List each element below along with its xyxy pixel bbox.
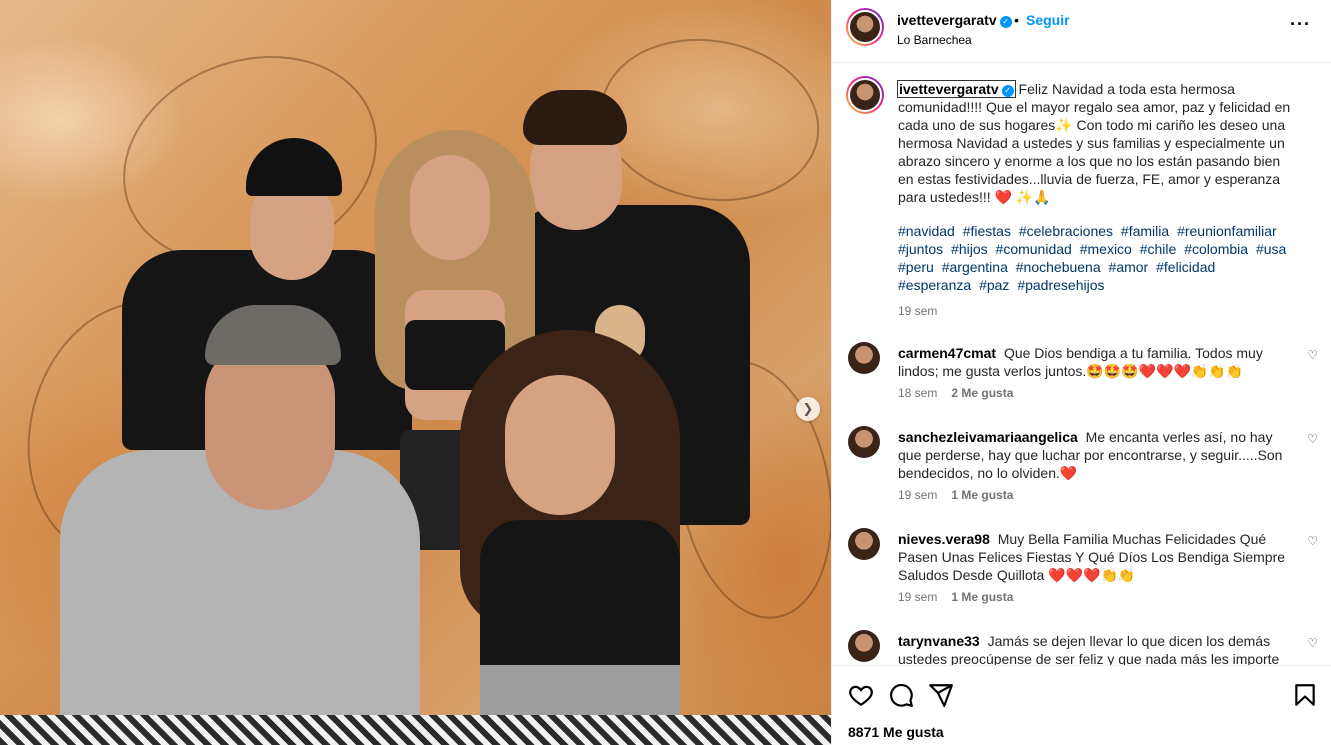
author-username-link[interactable]: ivettevergaratv ✓ <box>897 12 1012 28</box>
comment-text-block: carmen47cmat Que Dios bendiga a tu famil… <box>898 344 1290 380</box>
hashtag-link[interactable]: #colombia <box>1184 241 1248 257</box>
location-link[interactable]: Lo Barnechea <box>897 33 972 47</box>
comment-text-block: sanchezleivamariaangelica Me encanta ver… <box>898 428 1290 482</box>
hashtag-link[interactable]: #chile <box>1140 241 1177 257</box>
comments-list[interactable]: ivettevergaratv ✓ Feliz Navidad a toda es… <box>832 64 1331 665</box>
comment-likes[interactable]: 1 Me gusta <box>951 590 1013 604</box>
caption-text: Feliz Navidad a toda esta hermosa comuni… <box>898 81 1291 205</box>
commenter-avatar[interactable] <box>848 426 880 458</box>
commenter-avatar[interactable] <box>848 630 880 662</box>
hashtag-link[interactable]: #argentina <box>942 259 1008 275</box>
caption-username-link[interactable]: ivettevergaratv ✓ <box>897 80 1016 98</box>
tablecloth <box>0 715 831 745</box>
hashtag-link[interactable]: #reunionfamiliar <box>1177 223 1277 239</box>
post-photo: ❯ <box>0 0 831 745</box>
post-side-panel: ivettevergaratv ✓ • Seguir Lo Barnechea ·… <box>831 0 1331 745</box>
comment-meta: 18 sem 2 Me gusta <box>898 386 1013 400</box>
post-header: ivettevergaratv ✓ • Seguir Lo Barnechea ·… <box>832 0 1331 63</box>
caption-avatar[interactable] <box>846 76 884 114</box>
comment-like-heart-icon[interactable]: ♡ <box>1307 432 1318 446</box>
person-right-front <box>440 330 720 745</box>
follow-button[interactable]: Seguir <box>1026 12 1070 28</box>
chevron-right-icon: ❯ <box>802 401 814 416</box>
comment-meta: 19 sem 1 Me gusta <box>898 590 1013 604</box>
post-actions-bar: 8871 Me gusta <box>832 665 1331 745</box>
bookmark-icon[interactable] <box>1292 682 1318 708</box>
share-icon[interactable] <box>928 682 954 708</box>
hashtag-link[interactable]: #padresehijos <box>1017 277 1104 293</box>
comment-like-heart-icon[interactable]: ♡ <box>1307 534 1318 548</box>
comment-time: 19 sem <box>898 488 938 502</box>
hashtag-link[interactable]: #comunidad <box>996 241 1072 257</box>
commenter-avatar[interactable] <box>848 342 880 374</box>
hashtag-link[interactable]: #peru <box>898 259 934 275</box>
hashtag-link[interactable]: #navidad <box>898 223 955 239</box>
verified-badge-icon: ✓ <box>999 16 1012 28</box>
commenter-avatar[interactable] <box>848 528 880 560</box>
hashtag-link[interactable]: #familia <box>1121 223 1169 239</box>
hashtag-link[interactable]: #celebraciones <box>1019 223 1113 239</box>
person-left-front <box>40 300 420 745</box>
separator-dot: • <box>1014 12 1019 28</box>
verified-badge-icon: ✓ <box>1001 85 1014 97</box>
comment-text-block: nieves.vera98 Muy Bella Familia Muchas F… <box>898 530 1290 584</box>
comment-time: 18 sem <box>898 386 938 400</box>
commenter-username[interactable]: tarynvane33 <box>898 633 980 649</box>
hashtag-link[interactable]: #esperanza <box>898 277 971 293</box>
more-options-icon[interactable]: ··· <box>1290 14 1311 35</box>
hashtag-list: #navidad #fiestas #celebraciones #famili… <box>898 222 1298 294</box>
comment-likes[interactable]: 2 Me gusta <box>951 386 1013 400</box>
comment-like-heart-icon[interactable]: ♡ <box>1307 636 1318 650</box>
caption-timestamp: 19 sem <box>898 304 938 318</box>
comment-like-heart-icon[interactable]: ♡ <box>1307 348 1318 362</box>
hashtag-link[interactable]: #juntos <box>898 241 943 257</box>
comment-text-block: tarynvane33 Jamás se dejen llevar lo que… <box>898 632 1290 665</box>
hashtag-link[interactable]: #felicidad <box>1156 259 1215 275</box>
hashtag-link[interactable]: #usa <box>1256 241 1286 257</box>
author-avatar[interactable] <box>846 8 884 46</box>
commenter-username[interactable]: nieves.vera98 <box>898 531 990 547</box>
hashtag-link[interactable]: #fiestas <box>963 223 1011 239</box>
comment-time: 19 sem <box>898 590 938 604</box>
likes-count[interactable]: 8871 Me gusta <box>848 724 944 740</box>
hashtag-link[interactable]: #amor <box>1109 259 1149 275</box>
hashtag-link[interactable]: #mexico <box>1080 241 1132 257</box>
hashtag-link[interactable]: #hijos <box>951 241 988 257</box>
commenter-username[interactable]: carmen47cmat <box>898 345 996 361</box>
hashtag-link[interactable]: #paz <box>979 277 1009 293</box>
caption-text-block: ivettevergaratv ✓ Feliz Navidad a toda es… <box>897 80 1298 206</box>
comment-icon[interactable] <box>888 682 914 708</box>
hashtag-link[interactable]: #nochebuena <box>1016 259 1101 275</box>
next-photo-button[interactable]: ❯ <box>796 397 820 421</box>
comment-meta: 19 sem 1 Me gusta <box>898 488 1013 502</box>
comment-likes[interactable]: 1 Me gusta <box>951 488 1013 502</box>
commenter-username[interactable]: sanchezleivamariaangelica <box>898 429 1078 445</box>
heart-icon[interactable] <box>848 682 874 708</box>
